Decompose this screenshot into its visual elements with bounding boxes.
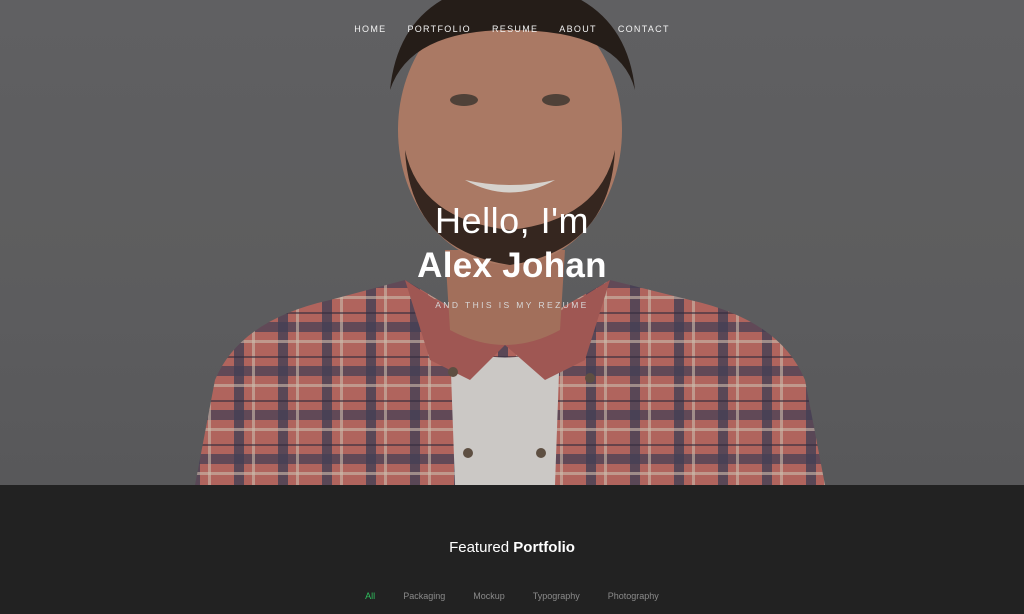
portfolio-section: Featured Portfolio All Packaging Mockup … (0, 485, 1024, 614)
hero-section: HOME PORTFOLIO RESUME ABOUT CONTACT Hell… (0, 0, 1024, 485)
hero-name: Alex Johan (417, 246, 607, 285)
portfolio-title-light: Featured (449, 539, 510, 556)
portfolio-title: Featured Portfolio (0, 539, 1024, 556)
nav-item-portfolio[interactable]: PORTFOLIO (407, 24, 471, 34)
portfolio-filters: All Packaging Mockup Typography Photogra… (0, 591, 1024, 601)
filter-mockup[interactable]: Mockup (473, 591, 505, 601)
hero-greeting: Hello, I'm (435, 200, 589, 241)
main-navigation: HOME PORTFOLIO RESUME ABOUT CONTACT (0, 24, 1024, 34)
hero-overlay (0, 0, 1024, 485)
portfolio-title-bold: Portfolio (513, 539, 575, 556)
nav-item-resume[interactable]: RESUME (492, 24, 538, 34)
nav-item-about[interactable]: ABOUT (559, 24, 597, 34)
filter-photography[interactable]: Photography (608, 591, 659, 601)
nav-item-contact[interactable]: CONTACT (618, 24, 670, 34)
filter-typography[interactable]: Typography (533, 591, 580, 601)
nav-item-home[interactable]: HOME (354, 24, 386, 34)
filter-packaging[interactable]: Packaging (403, 591, 445, 601)
hero-tagline: AND THIS IS MY REZUME (435, 300, 589, 310)
filter-all[interactable]: All (365, 591, 375, 601)
